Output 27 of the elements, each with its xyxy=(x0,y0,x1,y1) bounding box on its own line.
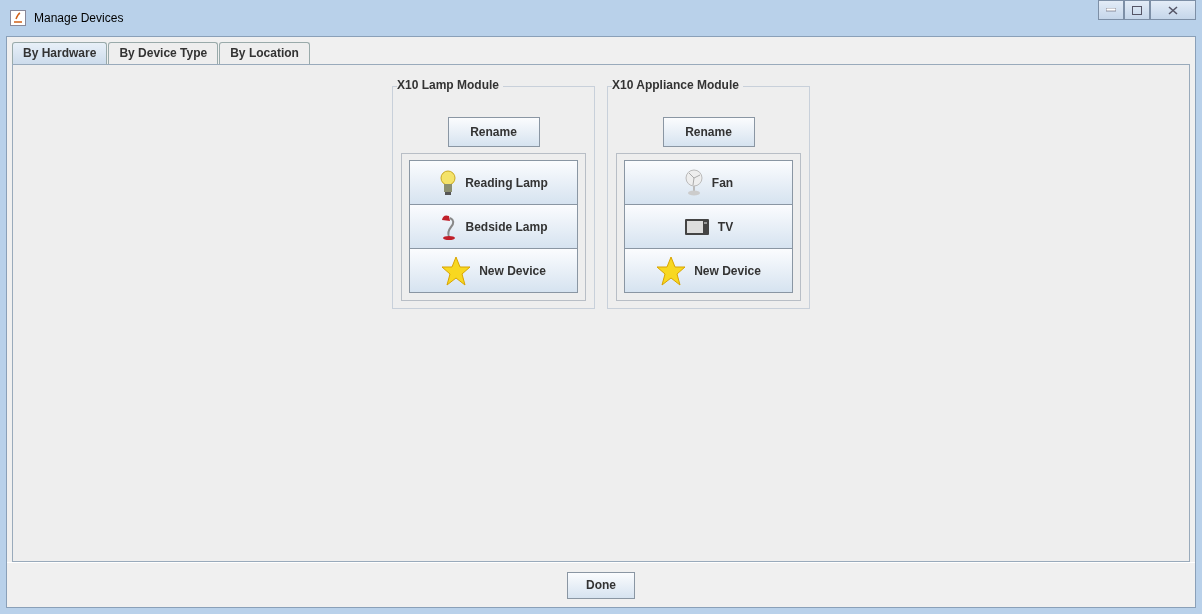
rename-button[interactable]: Rename xyxy=(447,117,540,147)
tab[interactable]: By Device Type xyxy=(108,42,219,64)
minimize-icon xyxy=(1106,8,1116,12)
tab[interactable]: By Location xyxy=(219,42,310,64)
device-button[interactable]: New Device xyxy=(409,248,578,293)
light-bulb-icon xyxy=(439,168,458,197)
group-title: X10 Lamp Module xyxy=(397,78,504,92)
maximize-button[interactable] xyxy=(1124,0,1150,20)
star-icon xyxy=(441,255,472,286)
device-button[interactable]: New Device xyxy=(624,248,793,293)
done-button[interactable]: Done xyxy=(567,571,635,599)
close-icon xyxy=(1168,5,1178,15)
tab[interactable]: By Hardware xyxy=(12,42,108,64)
maximize-icon xyxy=(1132,5,1142,15)
star-icon xyxy=(656,255,687,286)
window-title: Manage Devices xyxy=(34,11,124,25)
fan-icon xyxy=(683,168,704,197)
group-title: X10 Appliance Module xyxy=(612,78,743,92)
device-button[interactable]: TV xyxy=(624,204,793,249)
close-button[interactable] xyxy=(1150,0,1196,20)
app-icon xyxy=(10,10,26,26)
device-button[interactable]: Fan xyxy=(624,160,793,205)
minimize-button[interactable] xyxy=(1098,0,1124,20)
rename-button[interactable]: Rename xyxy=(662,117,755,147)
device-button[interactable]: Reading Lamp xyxy=(409,160,578,205)
device-button[interactable]: Bedside Lamp xyxy=(409,204,578,249)
tv-icon xyxy=(683,216,710,237)
